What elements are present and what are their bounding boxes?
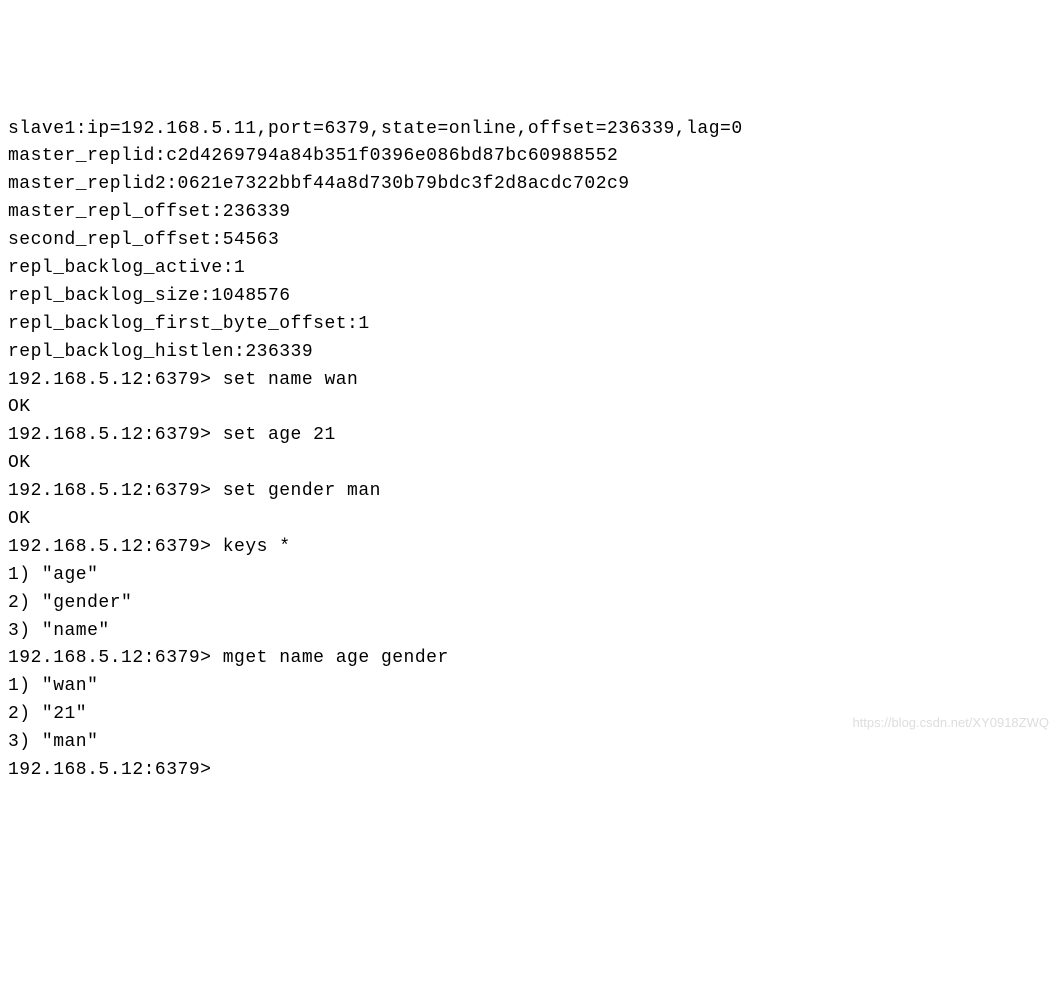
watermark: https://blog.csdn.net/XY0918ZWQ [852, 713, 1049, 733]
terminal-output[interactable]: slave1:ip=192.168.5.11,port=6379,state=o… [8, 116, 1053, 785]
terminal-line: 192.168.5.12:6379> set gender man [8, 478, 1053, 506]
terminal-line: slave1:ip=192.168.5.11,port=6379,state=o… [8, 116, 1053, 144]
terminal-line: repl_backlog_first_byte_offset:1 [8, 311, 1053, 339]
terminal-line: master_repl_offset:236339 [8, 199, 1053, 227]
terminal-line: 1) "wan" [8, 673, 1053, 701]
terminal-line: OK [8, 506, 1053, 534]
terminal-line: 192.168.5.12:6379> keys * [8, 534, 1053, 562]
terminal-line: master_replid:c2d4269794a84b351f0396e086… [8, 143, 1053, 171]
terminal-line: 1) "age" [8, 562, 1053, 590]
terminal-line: repl_backlog_size:1048576 [8, 283, 1053, 311]
terminal-line: repl_backlog_histlen:236339 [8, 339, 1053, 367]
terminal-line: repl_backlog_active:1 [8, 255, 1053, 283]
terminal-line: 2) "gender" [8, 590, 1053, 618]
terminal-line: 3) "name" [8, 618, 1053, 646]
terminal-line: 192.168.5.12:6379> set name wan [8, 367, 1053, 395]
terminal-line: 192.168.5.12:6379> mget name age gender [8, 645, 1053, 673]
terminal-line: 192.168.5.12:6379> set age 21 [8, 422, 1053, 450]
terminal-line: OK [8, 394, 1053, 422]
terminal-line: second_repl_offset:54563 [8, 227, 1053, 255]
terminal-prompt[interactable]: 192.168.5.12:6379> [8, 757, 1053, 785]
terminal-line: 3) "man" [8, 729, 1053, 757]
terminal-line: OK [8, 450, 1053, 478]
terminal-line: master_replid2:0621e7322bbf44a8d730b79bd… [8, 171, 1053, 199]
